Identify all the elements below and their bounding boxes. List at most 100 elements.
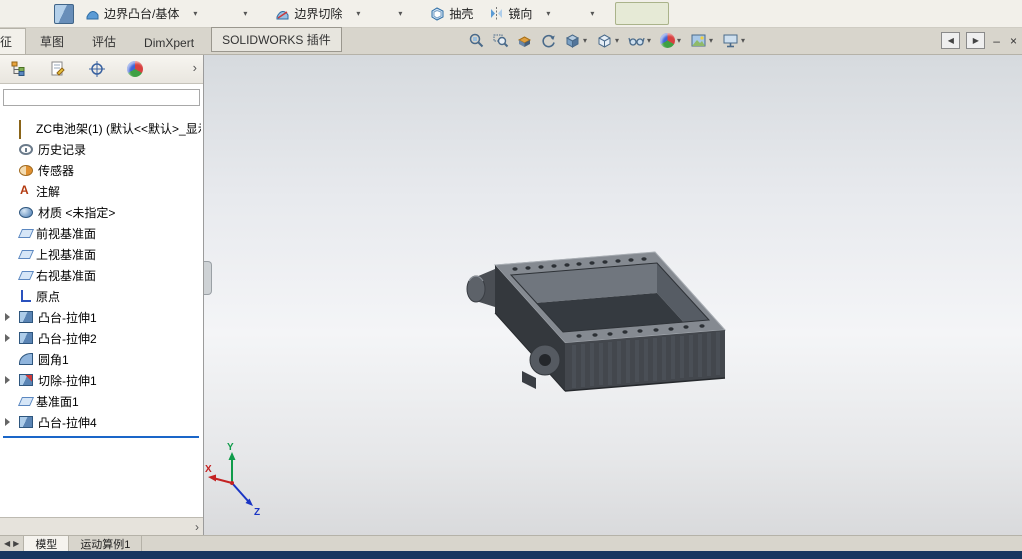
dropdown-caret-icon[interactable]: ▾ (587, 9, 597, 18)
tree-item-cut-extrude1[interactable]: 切除-拉伸1 (3, 370, 201, 391)
hide-show-items-button[interactable]: ▾ (626, 31, 655, 50)
panel-scroll-chevron-icon[interactable]: › (195, 520, 199, 534)
minimize-button[interactable]: – (991, 34, 1002, 48)
dropdown-caret-icon[interactable]: ▾ (581, 36, 589, 45)
property-manager-tab[interactable] (49, 60, 67, 78)
tree-item-right-plane[interactable]: 右视基准面 (3, 265, 201, 286)
plane-icon (18, 394, 32, 408)
zoom-fit-icon (469, 33, 484, 48)
section-view-button[interactable] (514, 31, 535, 50)
display-style-button[interactable]: ▾ (594, 31, 623, 50)
property-page-icon (51, 61, 65, 76)
tab-evaluate[interactable]: 评估 (78, 28, 130, 54)
dropdown-caret-icon[interactable]: ▾ (613, 36, 621, 45)
dropdown-caret-icon[interactable]: ▾ (353, 9, 363, 18)
tree-item-material[interactable]: 材质 <未指定> (3, 202, 201, 223)
next-study-arrow-icon[interactable]: ▶ (13, 539, 19, 548)
section-view-icon (517, 36, 532, 47)
boundary-boss-button[interactable]: 边界凸台/基体 (80, 3, 184, 24)
color-wheel-icon (127, 61, 143, 77)
tree-item-boss-extrude4[interactable]: 凸台-拉伸4 (3, 412, 201, 433)
boss-extrude-icon (19, 332, 33, 344)
tree-item-fillet1[interactable]: 圆角1 (3, 349, 201, 370)
feature-tree: ZC电池架(1) (默认<<默认>_显示状态 历史记录 传感器 注解 (0, 108, 203, 518)
view-orientation-button[interactable]: ▾ (562, 31, 591, 50)
zoom-to-area-icon (493, 34, 509, 48)
boundary-cut-button[interactable]: 边界切除 (270, 3, 347, 24)
dropdown-caret-icon[interactable]: ▾ (395, 9, 405, 18)
rollback-bar[interactable] (3, 435, 199, 438)
expand-panel-chevron-icon[interactable]: › (193, 60, 197, 75)
tree-item-front-plane[interactable]: 前视基准面 (3, 223, 201, 244)
close-button[interactable]: × (1008, 34, 1019, 48)
collapse-pane-right-button[interactable]: ▶ (966, 32, 986, 49)
model-3d-battery-bracket[interactable]: Y X Z (204, 55, 1022, 535)
plane-icon (18, 247, 32, 261)
expand-arrow-icon[interactable] (5, 418, 14, 426)
tree-item-annotations[interactable]: 注解 (3, 181, 201, 202)
material-icon (19, 206, 33, 218)
pressed-ribbon-button[interactable] (615, 2, 670, 25)
dropdown-caret-icon[interactable]: ▾ (675, 36, 683, 45)
tree-item-plane1[interactable]: 基准面1 (3, 391, 201, 412)
sensors-icon (19, 164, 33, 176)
crosshair-icon (89, 61, 105, 77)
svg-text:Y: Y (227, 442, 234, 453)
expand-arrow-icon[interactable] (5, 376, 14, 384)
plane-icon (18, 226, 32, 240)
view-settings-button[interactable]: ▾ (720, 31, 749, 50)
apply-scene-button[interactable]: ▾ (688, 31, 717, 50)
zoom-fit-button[interactable] (466, 31, 487, 50)
dropdown-caret-icon[interactable]: ▾ (543, 9, 553, 18)
mirror-button[interactable]: 镜向 (484, 3, 537, 24)
plane-icon (18, 268, 32, 282)
expand-arrow-icon[interactable] (5, 313, 14, 321)
tree-item-boss-extrude2[interactable]: 凸台-拉伸2 (3, 328, 201, 349)
edit-appearance-icon (660, 33, 675, 48)
tab-dimxpert[interactable]: DimXpert (130, 31, 208, 54)
boss-extrude-icon (19, 311, 33, 323)
tree-item-top-plane[interactable]: 上视基准面 (3, 244, 201, 265)
tree-item-history[interactable]: 历史记录 (3, 139, 201, 160)
boundary-cut-icon (276, 11, 289, 20)
cut-extrude-icon (19, 374, 33, 386)
tab-features[interactable]: 特征 (0, 28, 27, 54)
study-nav: ◀ ▶ (0, 536, 25, 551)
dropdown-caret-icon[interactable]: ▾ (190, 9, 200, 18)
expand-arrow-icon[interactable] (5, 334, 14, 342)
dropdown-caret-icon[interactable]: ▾ (707, 36, 715, 45)
tree-root-item[interactable]: ZC电池架(1) (默认<<默认>_显示状态 (3, 118, 201, 139)
edit-appearance-button[interactable]: ▾ (658, 32, 685, 49)
tree-item-origin[interactable]: 原点 (3, 286, 201, 307)
display-style-icon (598, 34, 611, 48)
rotate-view-button[interactable] (538, 31, 559, 50)
shell-button[interactable]: 抽壳 (425, 3, 478, 24)
tab-model[interactable]: 模型 (24, 536, 70, 551)
tree-filter-input[interactable] (3, 88, 200, 106)
display-manager-tab[interactable] (127, 61, 143, 77)
annotations-icon (18, 183, 32, 198)
viewport-canvas[interactable]: Y X Z (204, 55, 1022, 535)
dropdown-caret-icon[interactable]: ▾ (739, 36, 747, 45)
zoom-area-button[interactable] (490, 31, 511, 50)
tab-motion-study1[interactable]: 运动算例1 (69, 536, 143, 551)
dropdown-caret-icon[interactable]: ▾ (645, 36, 653, 45)
hide-show-items-icon (628, 37, 645, 46)
origin-icon (18, 289, 32, 303)
tree-item-boss-extrude1[interactable]: 凸台-拉伸1 (3, 307, 201, 328)
clipped-ribbon-icon[interactable] (54, 3, 74, 24)
part-icon (19, 120, 21, 139)
dimxpert-manager-tab[interactable] (88, 60, 106, 78)
dropdown-caret-icon[interactable]: ▾ (240, 9, 250, 18)
feature-manager-tab[interactable] (10, 60, 28, 78)
collapse-pane-left-button[interactable]: ◀ (941, 32, 961, 49)
tab-sketch[interactable]: 草图 (26, 28, 78, 54)
prev-study-arrow-icon[interactable]: ◀ (4, 539, 10, 548)
window-controls: ◀ ▶ – × (941, 32, 1019, 49)
taskbar-sliver (0, 551, 1022, 559)
panel-splitter-handle[interactable] (204, 261, 212, 295)
tab-solidworks-addins[interactable]: SOLIDWORKS 插件 (211, 27, 342, 52)
feature-tree-icon (11, 61, 25, 76)
tree-item-sensors[interactable]: 传感器 (3, 160, 201, 181)
tree-filter-row (0, 84, 203, 108)
